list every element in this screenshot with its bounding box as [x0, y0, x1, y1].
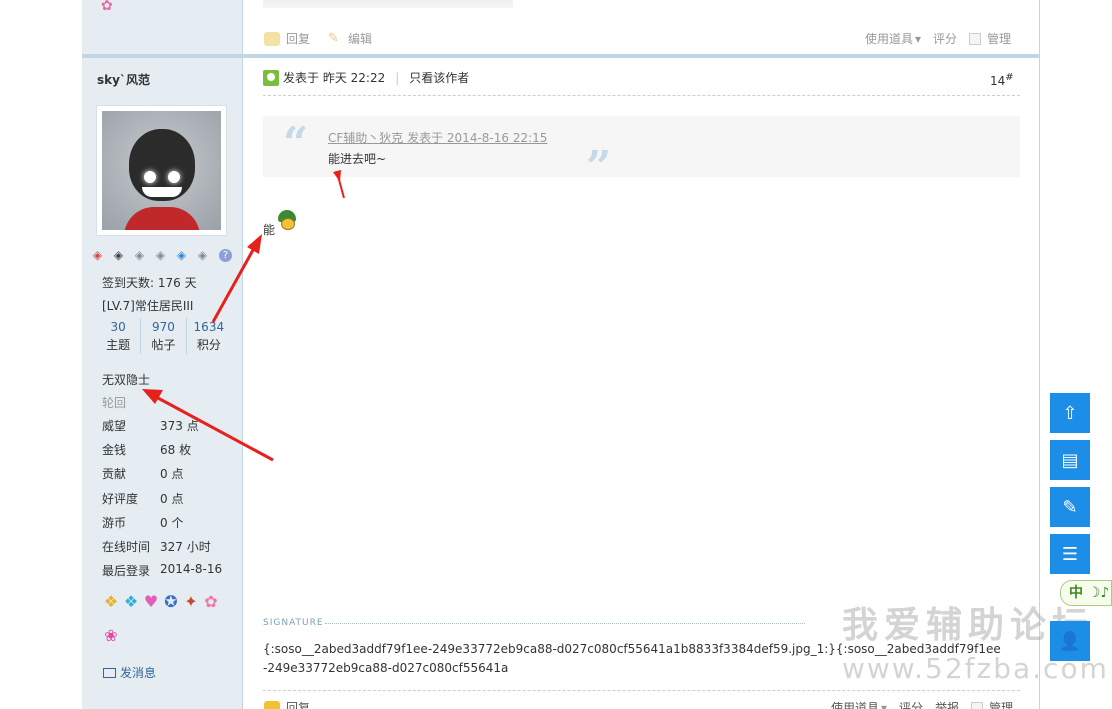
- post-right-actions: 使用道具 ▾ 评分 举报 管理: [819, 699, 1013, 709]
- rate-button[interactable]: 评分: [899, 699, 923, 709]
- reply-icon: [264, 700, 280, 709]
- gem-icon[interactable]: ◈: [89, 248, 106, 262]
- user-stats: 30 主题 970 帖子 1634 积分: [96, 318, 231, 354]
- signature-label: SIGNATURE: [263, 618, 324, 628]
- post-separator: [82, 54, 1040, 58]
- header-divider: [263, 95, 1020, 96]
- medal-list: ❖ ❖ ♥ ✪ ✦ ✿ ❀: [101, 585, 226, 653]
- medal-icon[interactable]: ✦: [181, 585, 201, 619]
- field-row: 威望 373 点: [102, 419, 199, 433]
- field-row: 金钱 68 枚: [102, 443, 192, 457]
- gem-icon[interactable]: ◈: [152, 248, 169, 262]
- floor-number[interactable]: 14#: [990, 72, 1014, 88]
- list-icon: ☰: [1061, 543, 1079, 565]
- edit-icon: ✎: [328, 30, 339, 46]
- compose-icon: ✎: [1062, 496, 1078, 518]
- send-message-link[interactable]: 发消息: [103, 664, 156, 681]
- float-toolbar: ⇧ ▤ ✎ ☰: [1050, 393, 1090, 574]
- signature-divider: [325, 623, 805, 624]
- quote-author-link[interactable]: CF辅助丶狄克 发表于 2014-8-16 22:15: [328, 129, 547, 146]
- stat-posts[interactable]: 970 帖子: [140, 318, 185, 354]
- medal-icon[interactable]: ✪: [161, 585, 181, 619]
- gem-icon[interactable]: ◈: [110, 248, 127, 262]
- online-icon: [263, 69, 279, 86]
- post-body-text: 能: [263, 223, 276, 237]
- help-icon[interactable]: ?: [219, 249, 232, 262]
- medal-icon[interactable]: ✿: [201, 585, 221, 619]
- tools-button[interactable]: 使用道具: [831, 699, 879, 709]
- envelope-icon: [103, 667, 116, 678]
- back-to-top-button[interactable]: ⇧: [1050, 393, 1090, 433]
- quote-block: “ CF辅助丶狄克 发表于 2014-8-16 22:15 能进去吧~ ”: [263, 116, 1020, 193]
- user-center-button[interactable]: 👤: [1050, 621, 1090, 661]
- prev-post-right-actions: 使用道具 ▾ 评分 管理: [853, 30, 1011, 47]
- post-time: 发表于 昨天 22:22: [283, 71, 386, 85]
- author-only-link[interactable]: 只看该作者: [409, 69, 469, 86]
- user-group: 无双隐士: [102, 373, 151, 387]
- stat-points[interactable]: 1634 积分: [185, 318, 231, 354]
- prev-tools-button[interactable]: 使用道具: [865, 30, 913, 47]
- user-level: [LV.7]常住居民III: [102, 299, 194, 313]
- user-subgroup: 轮回: [102, 396, 127, 410]
- username-link[interactable]: sky`风范: [97, 71, 150, 88]
- user-icon: 👤: [1058, 630, 1082, 652]
- quote-text: 能进去吧~: [328, 152, 387, 166]
- close-quote-icon: ”: [586, 142, 612, 193]
- prev-reply-button[interactable]: 回复: [264, 30, 310, 47]
- field-row: 最后登录 2014-8-16: [102, 562, 223, 578]
- medal-icon[interactable]: ❖: [101, 585, 121, 619]
- gem-icon[interactable]: ◈: [194, 248, 211, 262]
- emoticon-icon: [276, 210, 298, 230]
- manage-label: 管理: [989, 701, 1014, 709]
- prev-post-actions: 回复 ✎ 编辑: [264, 30, 390, 47]
- tools-dropdown-icon[interactable]: ▾: [881, 701, 887, 709]
- medal-icon[interactable]: ❖: [121, 585, 141, 619]
- doc-icon: ▤: [1061, 449, 1079, 471]
- footer-divider: [263, 690, 1020, 691]
- prev-rate-button[interactable]: 评分: [933, 30, 957, 47]
- field-row: 游币 0 个: [102, 516, 184, 530]
- open-quote-icon: “: [283, 118, 309, 169]
- medal-icon[interactable]: ♥: [141, 585, 161, 619]
- manage-checkbox[interactable]: [971, 701, 984, 709]
- post-header: 发表于 昨天 22:22 | 只看该作者: [263, 69, 469, 86]
- reply-button[interactable]: 回复: [264, 699, 310, 709]
- avatar[interactable]: [96, 105, 227, 236]
- prev-edit-button[interactable]: ✎ 编辑: [328, 30, 372, 47]
- gem-icon[interactable]: ◈: [131, 248, 148, 262]
- stat-threads[interactable]: 30 主题: [96, 318, 140, 354]
- field-row: 贡献 0 点: [102, 467, 184, 481]
- prev-manage-checkbox[interactable]: [969, 32, 982, 45]
- thread-list-button[interactable]: ▤: [1050, 440, 1090, 480]
- field-row: 在线时间 327 小时: [102, 540, 211, 554]
- report-button[interactable]: 举报: [935, 699, 959, 709]
- checkin-days: 签到天数: 176 天: [102, 276, 197, 290]
- flower-medal-icon: ✿: [101, 0, 113, 14]
- reply-icon: [264, 31, 280, 46]
- compose-button[interactable]: ✎: [1050, 487, 1090, 527]
- prev-manage-label: 管理: [987, 32, 1012, 46]
- level-gems: ◈ ◈ ◈ ◈ ◈ ◈ ?: [89, 248, 232, 262]
- gem-icon[interactable]: ◈: [173, 248, 190, 262]
- medal-icon[interactable]: ❀: [101, 619, 121, 653]
- post-actions: 回复: [264, 699, 328, 709]
- field-row: 好评度 0 点: [102, 492, 184, 506]
- avatar-image: [102, 111, 221, 230]
- prev-dropdown-icon[interactable]: ▾: [915, 32, 921, 46]
- back-to-top-icon: ⇧: [1062, 402, 1078, 424]
- menu-button[interactable]: ☰: [1050, 534, 1090, 574]
- previous-post-content: [263, 0, 513, 8]
- ime-indicator[interactable]: 中 ☽♪: [1060, 580, 1112, 606]
